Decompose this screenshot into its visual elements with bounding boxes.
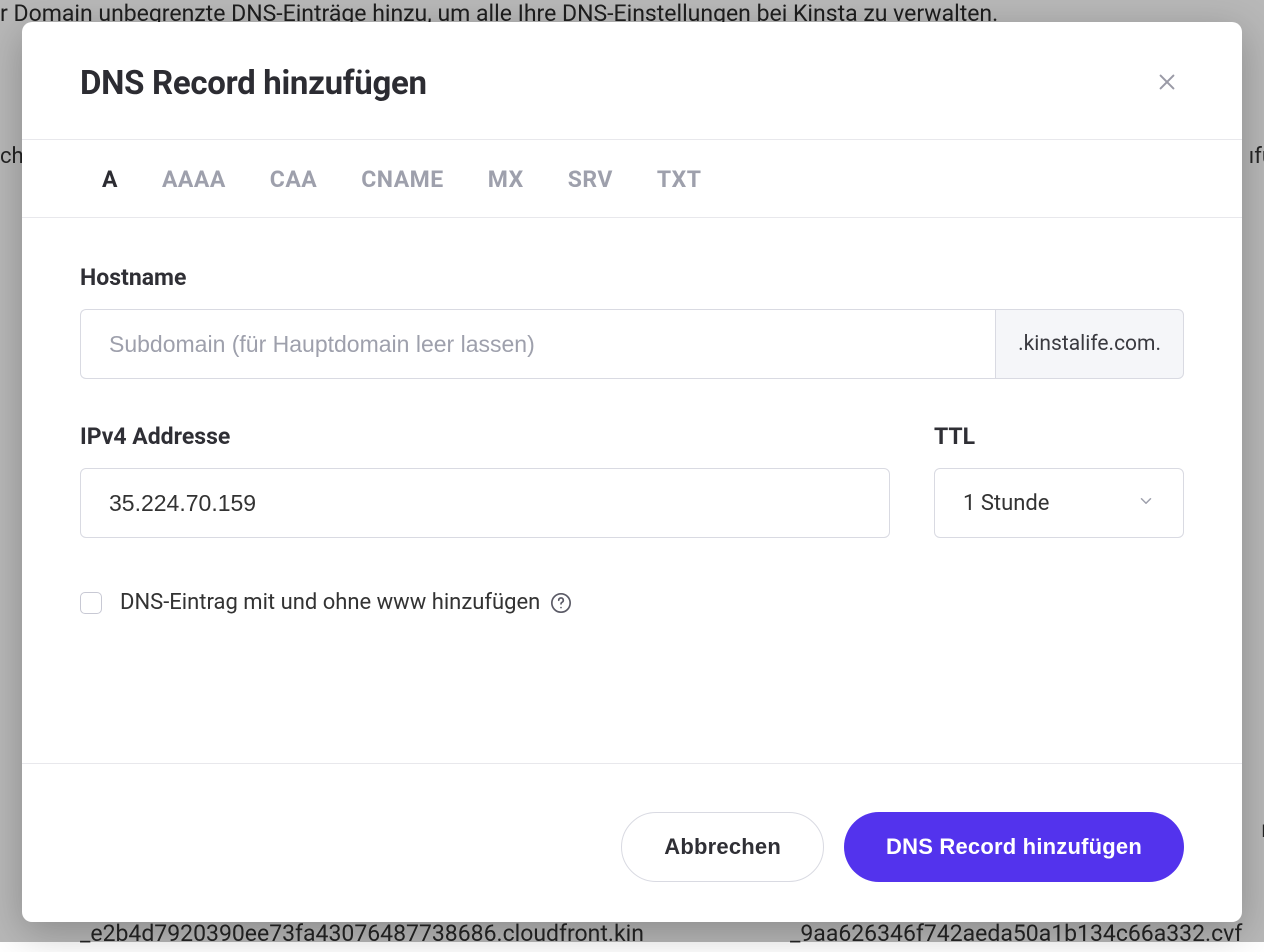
modal-title: DNS Record hinzufügen bbox=[80, 64, 427, 103]
ttl-label: TTL bbox=[934, 423, 1184, 450]
close-button[interactable] bbox=[1150, 65, 1184, 102]
tab-mx[interactable]: MX bbox=[488, 166, 524, 193]
hostname-group: .kinstalife.com. bbox=[80, 309, 1184, 379]
tab-txt[interactable]: TXT bbox=[657, 166, 702, 193]
tab-aaaa[interactable]: AAAA bbox=[162, 166, 226, 193]
tab-cname[interactable]: CNAME bbox=[361, 166, 444, 193]
close-icon bbox=[1156, 71, 1178, 96]
ttl-select[interactable]: 1 Stunde bbox=[934, 468, 1184, 538]
ipv4-input[interactable] bbox=[80, 468, 890, 538]
tab-caa[interactable]: CAA bbox=[270, 166, 317, 193]
tab-a[interactable]: A bbox=[102, 166, 118, 193]
www-checkbox-text: DNS-Eintrag mit und ohne www hinzufügen bbox=[120, 590, 540, 615]
hostname-input[interactable] bbox=[80, 309, 995, 379]
help-icon[interactable] bbox=[550, 592, 572, 614]
dns-record-modal: DNS Record hinzufügen A AAAA CAA CNAME M… bbox=[22, 22, 1242, 922]
tab-srv[interactable]: SRV bbox=[568, 166, 613, 193]
record-type-tabs: A AAAA CAA CNAME MX SRV TXT bbox=[22, 140, 1242, 218]
hostname-label: Hostname bbox=[80, 264, 1184, 291]
www-checkbox[interactable] bbox=[80, 592, 102, 614]
cancel-button[interactable]: Abbrechen bbox=[621, 812, 824, 882]
ttl-value: 1 Stunde bbox=[963, 491, 1137, 516]
modal-header: DNS Record hinzufügen bbox=[22, 22, 1242, 140]
chevron-down-icon bbox=[1137, 492, 1155, 514]
www-checkbox-row: DNS-Eintrag mit und ohne www hinzufügen bbox=[80, 590, 1184, 615]
modal-body: Hostname .kinstalife.com. IPv4 Addresse … bbox=[22, 218, 1242, 763]
submit-button[interactable]: DNS Record hinzufügen bbox=[844, 812, 1184, 882]
ipv4-label: IPv4 Addresse bbox=[80, 423, 890, 450]
www-checkbox-label: DNS-Eintrag mit und ohne www hinzufügen bbox=[120, 590, 572, 615]
hostname-suffix: .kinstalife.com. bbox=[995, 309, 1184, 379]
modal-footer: Abbrechen DNS Record hinzufügen bbox=[22, 763, 1242, 922]
